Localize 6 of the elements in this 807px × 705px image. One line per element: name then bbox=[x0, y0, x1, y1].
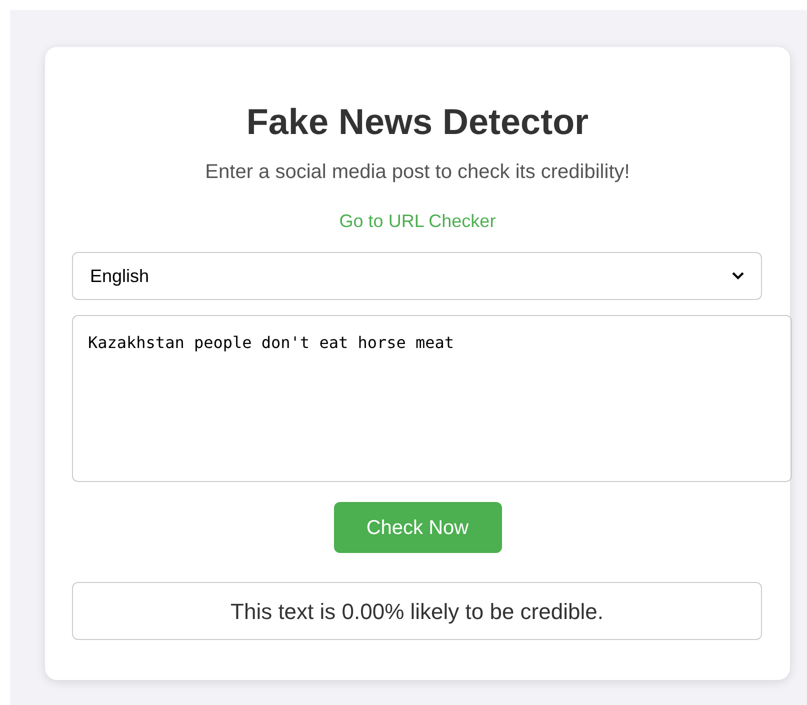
result-text: This text is 0.00% likely to be credible. bbox=[230, 598, 604, 626]
chevron-down-icon bbox=[732, 272, 744, 280]
subtitle: Enter a social media post to check its credibility! bbox=[204, 160, 631, 184]
language-select[interactable]: English bbox=[72, 252, 762, 300]
post-text-area[interactable]: Kazakhstan people don't eat horse meat bbox=[72, 315, 792, 482]
page-title: Fake News Detector bbox=[245, 102, 590, 142]
